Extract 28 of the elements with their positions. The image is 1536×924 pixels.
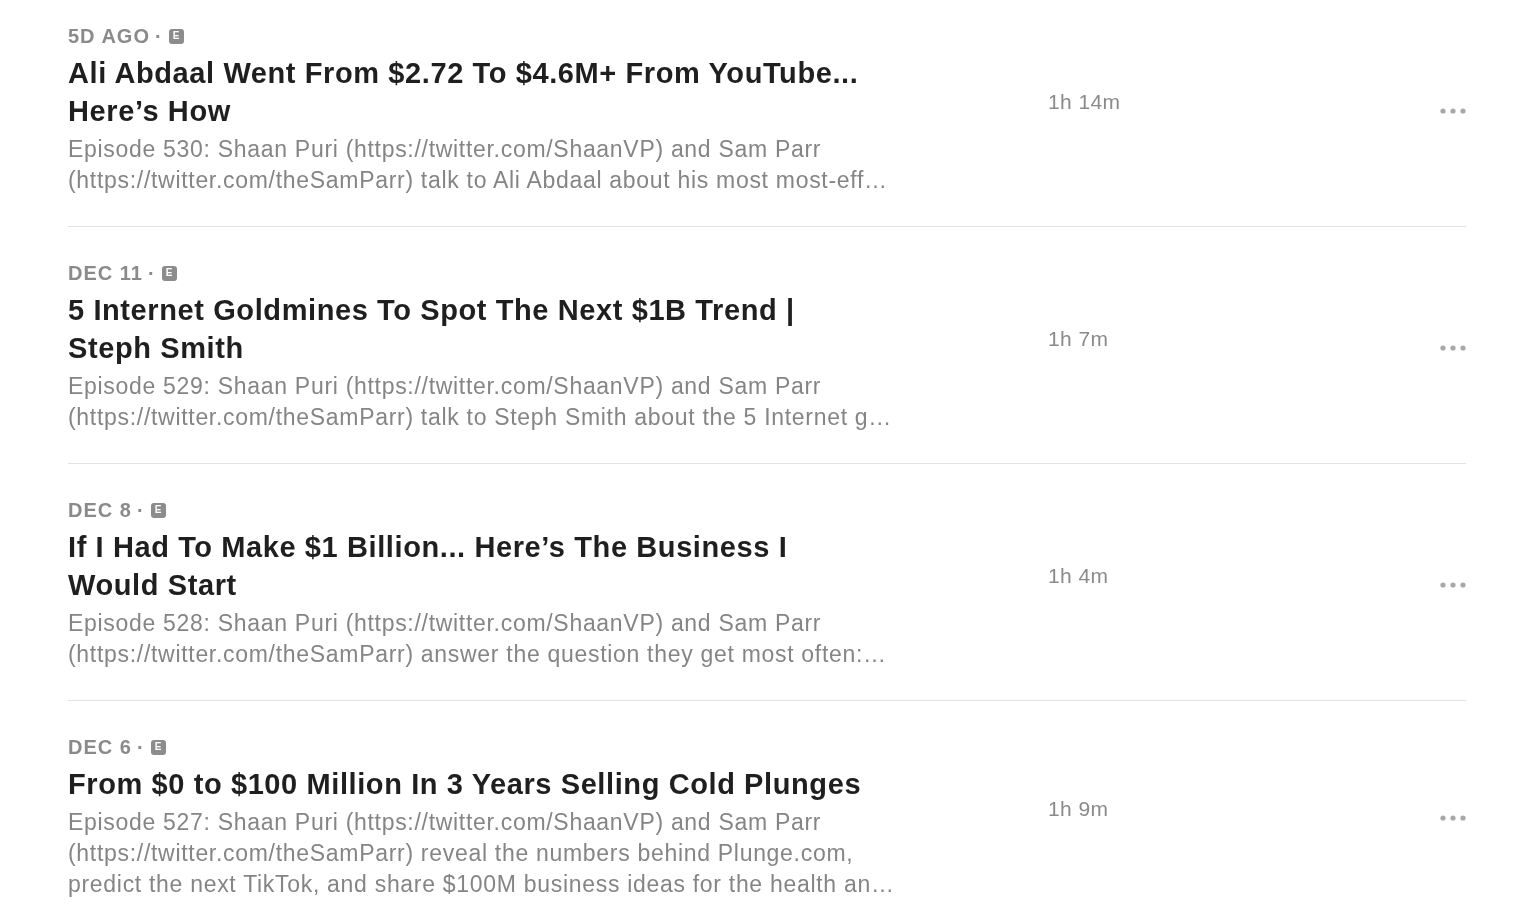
meta-separator: ·	[136, 499, 144, 521]
more-icon[interactable]	[1440, 815, 1466, 821]
episode-duration: 1h 4m	[1048, 563, 1109, 588]
meta-separator: ·	[136, 736, 144, 758]
meta-separator: ·	[154, 25, 162, 47]
episode-date: DEC 6	[68, 736, 132, 758]
meta-separator: ·	[147, 262, 155, 284]
explicit-badge: E	[161, 265, 177, 281]
more-icon[interactable]	[1440, 344, 1466, 351]
episode-duration: 1h 14m	[1048, 89, 1121, 114]
explicit-badge: E	[150, 502, 166, 518]
episode-description: Episode 529: Shaan Puri (https://twitter.com/ShaanVP) and Sam Parr (https://twitter.com/theSamParr) talk to Steph Smith about the 5 Internet g…	[68, 372, 894, 432]
more-icon[interactable]	[1440, 107, 1466, 114]
episode-description: Episode 528: Shaan Puri (https://twitter.com/ShaanVP) and Sam Parr (https://twitter.com/theSamParr) answer the question they get most often:…	[68, 609, 888, 669]
episode-title[interactable]: 5 Internet Goldmines To Spot The Next $1B Trend | Steph Smith	[68, 291, 1048, 367]
episode-description: Episode 527: Shaan Puri (https://twitter.com/ShaanVP) and Sam Parr (https://twitter.com/theSamParr) reveal the numbers behind Plunge.com, predict the next TikTok, and share $100M business ideas for the health an…	[68, 808, 896, 899]
more-icon[interactable]	[1440, 581, 1466, 588]
episode-duration: 1h 9m	[1048, 797, 1109, 821]
explicit-badge: E	[150, 739, 166, 755]
episode-date: 5D AGO	[68, 25, 150, 47]
episode-title[interactable]: Ali Abdaal Went From $2.72 To $4.6M+ From YouTube... Here’s How	[68, 54, 1048, 130]
episode-description: Episode 530: Shaan Puri (https://twitter.com/ShaanVP) and Sam Parr (https://twitter.com/theSamParr) talk to Ali Abdaal about his most most-eff…	[68, 135, 889, 195]
episode-title[interactable]: If I Had To Make $1 Billion... Here’s The Business I Would Start	[68, 528, 1048, 604]
episode-duration: 1h 7m	[1048, 326, 1109, 351]
episode-title[interactable]: From $0 to $100 Million In 3 Years Selling Cold Plunges	[68, 765, 1048, 803]
episode-date: DEC 11	[68, 262, 143, 284]
episode-date: DEC 8	[68, 499, 132, 521]
explicit-badge: E	[168, 28, 184, 44]
